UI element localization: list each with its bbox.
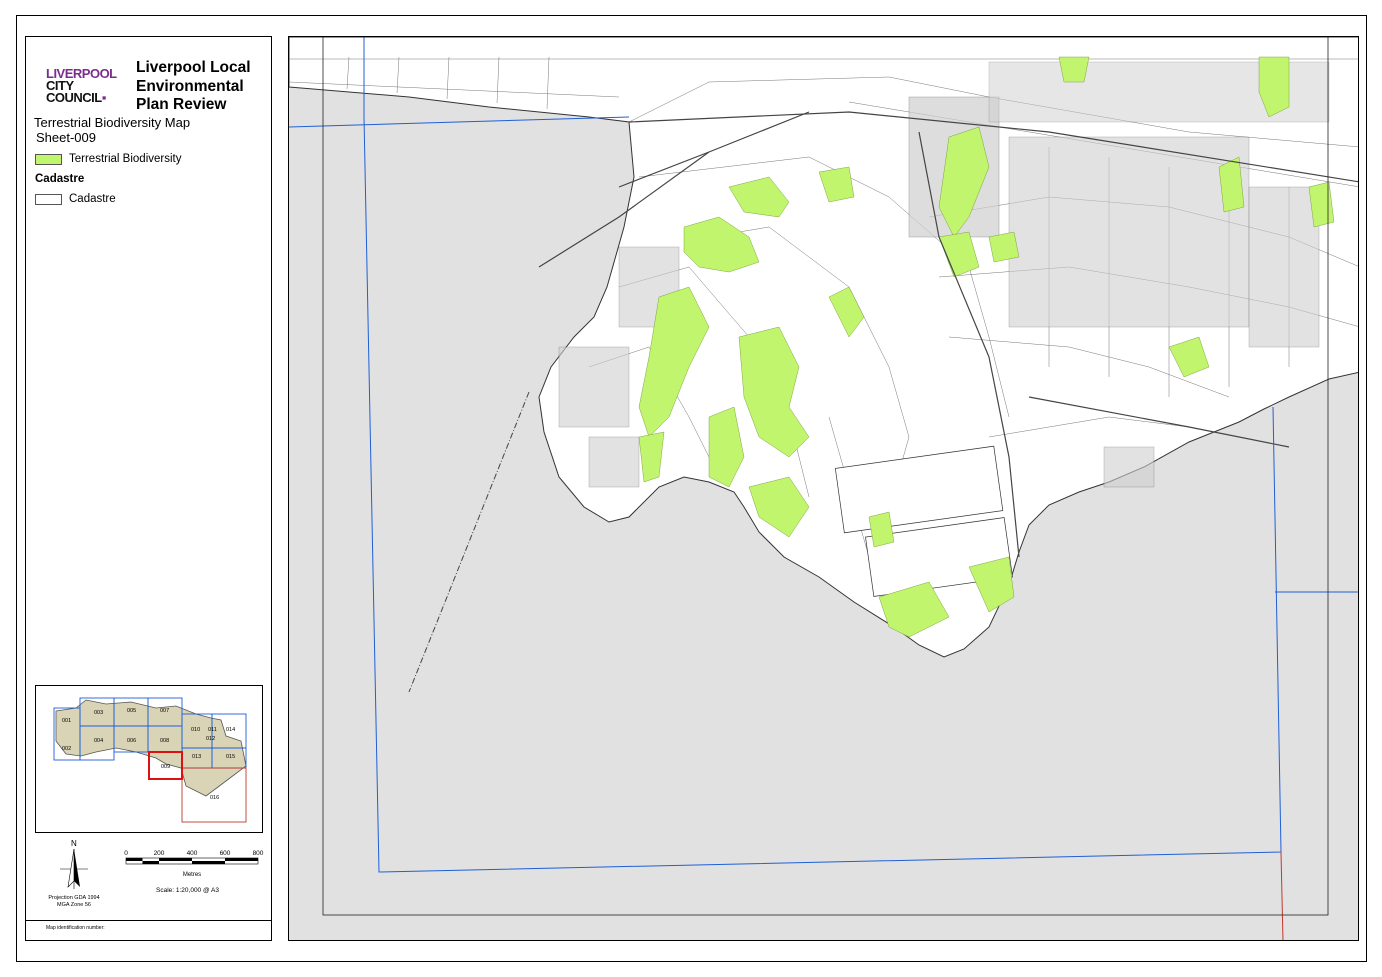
inset-label: 004 [94, 738, 103, 744]
sheet-number: Sheet-009 [36, 130, 96, 145]
scale-bar: 0 200 400 600 800 Metres [118, 847, 268, 907]
legend-item-cadastre: Cadastre [35, 193, 116, 205]
north-letter: N [71, 839, 77, 848]
projection-info: Projection GDA 1994 MGA Zone 56 [34, 895, 114, 909]
inset-label: 001 [62, 718, 71, 724]
inset-label: 002 [62, 746, 71, 752]
projection-line-2: MGA Zone 56 [57, 902, 91, 908]
map-title: Liverpool Local Environmental Plan Revie… [136, 59, 251, 113]
scale-tick-label: 0 [124, 850, 128, 857]
scale-ratio: Scale: 1:20,000 @ A3 [156, 887, 219, 894]
inset-label: 009 [161, 764, 170, 770]
map-name: Terrestrial Biodiversity Map [34, 115, 191, 130]
inset-label: 012 [206, 736, 215, 742]
cadastre-heading: Cadastre [35, 173, 85, 185]
biodiversity-swatch [35, 153, 62, 165]
inset-label: 006 [127, 738, 136, 744]
inset-label: 003 [94, 710, 103, 716]
scale-tick-label: 400 [187, 850, 198, 857]
scale-unit: Metres [183, 872, 201, 878]
inset-label: 008 [160, 738, 169, 744]
inset-label: 013 [192, 754, 201, 760]
scale-tick-label: 200 [154, 850, 165, 857]
inset-label: 015 [226, 754, 235, 760]
inset-key-map: 001 002 003 004 005 006 007 008 009 010 … [35, 685, 263, 833]
legend-panel: LIVERPOOL CITY COUNCIL▪ Liverpool Local … [25, 36, 272, 941]
map-canvas[interactable] [288, 36, 1359, 941]
inset-label: 010 [191, 727, 200, 733]
projection-line-1: Projection GDA 1994 [48, 895, 100, 901]
legend-label: Cadastre [69, 193, 116, 205]
inset-label: 005 [127, 708, 136, 714]
inset-label: 014 [226, 727, 235, 733]
north-arrow-icon: N [54, 837, 94, 897]
scale-tick-label: 600 [220, 850, 231, 857]
inset-label: 011 [208, 727, 217, 733]
map-identification: Map identification number: [26, 920, 271, 931]
boundary-dash-line [408, 391, 530, 693]
inset-label: 007 [160, 708, 169, 714]
cadastre-swatch [35, 193, 62, 205]
legend-label: Terrestrial Biodiversity [69, 153, 182, 165]
legend-item-biodiversity: Terrestrial Biodiversity [35, 153, 181, 165]
logo-line-3: COUNCIL [46, 90, 102, 105]
council-logo: LIVERPOOL CITY COUNCIL▪ [46, 67, 126, 105]
inset-label: 016 [210, 795, 219, 801]
scale-tick-label: 800 [253, 850, 264, 857]
